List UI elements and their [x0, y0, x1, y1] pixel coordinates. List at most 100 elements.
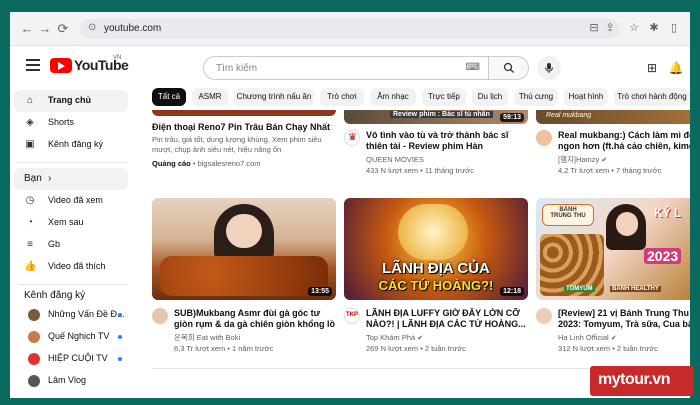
notifications-bell-icon[interactable]: 🔔: [668, 60, 684, 76]
back-icon[interactable]: ←: [18, 20, 36, 38]
search-button[interactable]: [489, 56, 529, 80]
sidebar-sub-item[interactable]: HIỆP CUỘI TV: [14, 348, 128, 370]
channel-avatar[interactable]: [536, 130, 552, 146]
sidebar-item-label: Video đã thích: [48, 261, 106, 271]
thumbnail-caption: TOMYUM: [564, 286, 595, 292]
extensions-icon[interactable]: ✱: [646, 20, 662, 36]
sidebar-item-liked[interactable]: 👍 Video đã thích: [14, 256, 128, 278]
voice-search-button[interactable]: [537, 56, 561, 80]
chip-asmr[interactable]: ASMR: [192, 88, 228, 106]
channel-name[interactable]: Ha Linh Official ✔: [558, 333, 690, 344]
chip-pets[interactable]: Thú cưng: [514, 88, 558, 106]
video-thumbnail[interactable]: BÁNH TRUNG THU KỶ L 2023 TOMYUM BÁNH HEA…: [536, 198, 690, 300]
sidebar-item-label: Trang chủ: [48, 95, 92, 105]
chip-live[interactable]: Trực tiếp: [422, 88, 466, 106]
search-icon: [503, 62, 514, 73]
sidebar-item-playlist[interactable]: ≡ Gb: [14, 234, 128, 256]
sidebar-item-shorts[interactable]: ◈ Shorts: [14, 112, 128, 134]
page-border: [690, 0, 700, 405]
ad-thumbnail[interactable]: [152, 110, 336, 116]
thumbnail-food: [160, 256, 328, 296]
channel-logo-icon: ♛: [348, 132, 357, 143]
sidebar-item-you[interactable]: Bạn ›: [14, 168, 128, 190]
ad-url[interactable]: bigsalesreno7.com: [198, 159, 261, 168]
thumbnail-caption: 2023: [644, 248, 682, 264]
video-title[interactable]: ngon hơn (ft.há cảo chiên, kimch: [558, 141, 690, 152]
channel-name[interactable]: [햄지]Hamzy ✔: [558, 155, 690, 166]
chip-all[interactable]: Tất cả: [152, 88, 186, 106]
channel-name-text: Ha Linh Official: [558, 333, 609, 342]
video-thumbnail[interactable]: Review phim : Bác sĩ tù nhân 59:13: [344, 110, 528, 124]
thumbnail-face: [616, 212, 638, 236]
channel-name[interactable]: QUEEN MOVIES: [366, 155, 532, 165]
channel-avatar[interactable]: TKP: [344, 308, 360, 324]
video-duration: 59:13: [500, 113, 524, 122]
side-panel-icon[interactable]: ▯: [666, 20, 682, 36]
channel-avatar: [28, 353, 40, 365]
search-placeholder: Tìm kiếm: [216, 63, 258, 74]
chip-music[interactable]: Âm nhạc: [370, 88, 416, 106]
create-video-icon[interactable]: ⊞: [644, 60, 660, 76]
chip-travel[interactable]: Du lịch: [472, 88, 508, 106]
watermark-logo: mytour.vn: [590, 366, 694, 396]
sidebar-item-label: Video đã xem: [48, 195, 103, 205]
video-thumbnail[interactable]: Real mukbang: [536, 110, 690, 124]
channel-avatar[interactable]: [536, 308, 552, 324]
chip-gaming[interactable]: Trò chơi: [320, 88, 364, 106]
sidebar-sub-item[interactable]: Những Vấn Đề Đ...: [14, 304, 128, 326]
video-title[interactable]: SUB)Mukbang Asmr đùi gà góc tư: [174, 308, 338, 319]
video-duration: 12:18: [500, 287, 524, 296]
sidebar-section-you: Bạn: [24, 173, 42, 184]
menu-icon[interactable]: [26, 59, 40, 71]
reload-icon[interactable]: ⟳: [54, 20, 72, 38]
channel-avatar: [28, 309, 40, 321]
ad-title[interactable]: Điện thoại Reno7 Pin Trâu Bán Chạy Nhất: [152, 122, 338, 133]
bookmark-star-icon[interactable]: ☆: [626, 20, 642, 36]
video-title[interactable]: LÃNH ĐỊA LUFFY GIỜ ĐÂY LỚN CỠ: [366, 308, 532, 319]
channel-name-text: Top Khám Phá: [366, 333, 416, 342]
subscriptions-icon: ▣: [25, 139, 35, 150]
video-title[interactable]: Vô tình vào tù và trở thành bác sĩ: [366, 130, 532, 141]
video-title[interactable]: NÀO?! | LÃNH ĐỊA CÁC TỨ HOÀNG...: [366, 319, 532, 330]
video-title[interactable]: thiên tài - Review phim Hàn: [366, 141, 532, 152]
sidebar: ⌂ Trang chủ ◈ Shorts ▣ Kênh đăng ký Bạn …: [10, 88, 134, 398]
video-thumbnail[interactable]: LÃNH ĐỊA CỦA CÁC TỨ HOÀNG?! 12:18: [344, 198, 528, 300]
video-title[interactable]: Real mukbang:) Cách làm mì đen: [558, 130, 690, 141]
cast-icon[interactable]: ⊟: [586, 20, 602, 36]
new-content-dot: [118, 335, 122, 339]
sidebar-sub-item[interactable]: Lâm Vlog: [14, 370, 128, 392]
video-title[interactable]: 2023: Tomyum, Trà sữa, Cua bất l: [558, 319, 690, 330]
channel-name[interactable]: Top Khám Phá ✔: [366, 333, 532, 344]
video-title[interactable]: [Review] 21 vị Bánh Trung Thu KỶ L: [558, 308, 690, 319]
video-meta: 4,2 Tr lượt xem • 7 tháng trước: [558, 166, 662, 175]
share-icon[interactable]: ⇪: [602, 20, 618, 36]
video-meta: 312 N lượt xem • 2 tuần trước: [558, 344, 659, 353]
channel-avatar[interactable]: ♛: [344, 130, 360, 146]
sidebar-item-home[interactable]: ⌂ Trang chủ: [14, 90, 128, 112]
chip-action-games[interactable]: Trò chơi hành động: [614, 88, 690, 106]
sidebar-item-watch-later[interactable]: ◔ Xem sau: [14, 212, 128, 234]
ad-sponsor: Quảng cáo • bigsalesreno7.com: [152, 159, 261, 168]
verified-icon: ✔: [601, 157, 608, 164]
youtube-header: YouTube VN Tìm kiếm ⌨ ⊞ 🔔: [10, 46, 690, 88]
site-info-icon[interactable]: ⊙: [88, 22, 96, 33]
channel-avatar: [28, 375, 40, 387]
sidebar-item-subscriptions[interactable]: ▣ Kênh đăng ký: [14, 134, 128, 156]
keyboard-icon[interactable]: ⌨: [466, 62, 480, 73]
chip-cooking[interactable]: Chương trình nấu ăn: [234, 88, 314, 106]
sidebar-divider: [18, 284, 128, 285]
address-bar[interactable]: ⊙ youtube.com: [80, 19, 620, 39]
search-input[interactable]: Tìm kiếm ⌨: [203, 56, 489, 80]
watermark-text: mytour.vn: [598, 371, 670, 388]
sidebar-sub-item[interactable]: Quế Nghịch TV: [14, 326, 128, 348]
sidebar-section-subscriptions: Kênh đăng ký: [24, 290, 86, 301]
youtube-logo-icon[interactable]: [50, 58, 72, 73]
chip-animation[interactable]: Hoạt hình: [564, 88, 608, 106]
video-thumbnail[interactable]: 13:55: [152, 198, 336, 300]
channel-name[interactable]: 운복희 Eat with Boki: [174, 333, 338, 343]
sidebar-item-history[interactable]: ◷ Video đã xem: [14, 190, 128, 212]
video-title[interactable]: giòn rụm & da gà chiên giòn khổng lồ: [174, 319, 338, 330]
browser-window: ← → ⟳ ⊙ youtube.com ⊟ ⇪ ☆ ✱ ▯ YouTube VN…: [10, 12, 690, 398]
channel-avatar[interactable]: [152, 308, 168, 324]
forward-icon[interactable]: →: [36, 20, 54, 38]
